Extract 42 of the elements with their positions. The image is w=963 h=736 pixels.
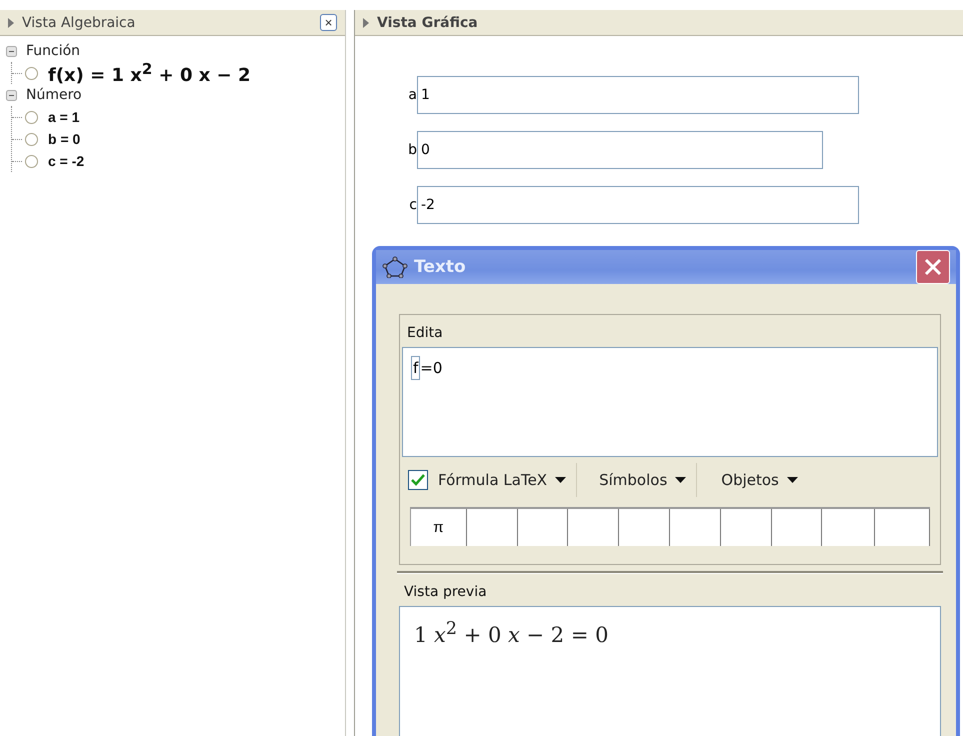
panel-title: Vista Algebraica bbox=[22, 14, 136, 30]
collapse-icon[interactable] bbox=[6, 90, 17, 100]
text-editor[interactable]: f=0 bbox=[402, 347, 938, 457]
object-token[interactable]: f bbox=[411, 356, 420, 380]
expand-arrow-icon[interactable] bbox=[363, 18, 369, 28]
visibility-toggle[interactable] bbox=[25, 66, 38, 80]
visibility-toggle[interactable] bbox=[25, 132, 38, 146]
input-field[interactable]: -2 bbox=[417, 186, 859, 224]
pentagon-icon bbox=[382, 256, 408, 278]
object-definition[interactable]: a = 1 bbox=[48, 109, 80, 125]
object-definition[interactable]: b = 0 bbox=[48, 131, 80, 147]
dialog-title: Texto bbox=[414, 257, 467, 277]
visibility-toggle[interactable] bbox=[25, 110, 38, 124]
object-definition[interactable]: c = -2 bbox=[48, 153, 84, 169]
input-field[interactable]: 1 bbox=[417, 76, 859, 114]
visibility-toggle[interactable] bbox=[25, 154, 38, 168]
dropdown-arrow-icon bbox=[786, 477, 798, 483]
collapse-icon[interactable] bbox=[6, 46, 17, 56]
dropdown-arrow-icon bbox=[555, 477, 566, 483]
input-label: b bbox=[407, 142, 417, 158]
dropdown-arrow-icon bbox=[675, 477, 686, 483]
section-label: Edita bbox=[406, 324, 444, 343]
panel-splitter[interactable] bbox=[345, 10, 355, 736]
menu-dropdown[interactable]: Símbolos bbox=[589, 471, 696, 489]
panel-title: Vista Gráfica bbox=[377, 14, 479, 30]
section-label: Vista previa bbox=[403, 583, 488, 602]
input-field[interactable]: 0 bbox=[417, 131, 823, 169]
menu-dropdown[interactable]: Objetos bbox=[711, 471, 808, 489]
checkbox[interactable] bbox=[408, 470, 428, 490]
category-label: Función bbox=[26, 43, 80, 59]
input-label: c bbox=[408, 197, 417, 213]
close-icon bbox=[924, 258, 942, 276]
object-definition[interactable]: f(x) = 1 x$^{2}$ + 0 x − 2 bbox=[48, 60, 251, 86]
close-button[interactable] bbox=[916, 250, 950, 284]
expand-arrow-icon[interactable] bbox=[8, 18, 14, 28]
input-label: a bbox=[407, 87, 417, 103]
latex-dropdown[interactable]: Fórmula LaTeX bbox=[428, 471, 576, 489]
category-label: Número bbox=[26, 87, 82, 103]
preview-formula: 1 x$^{2}$ + 0 x − 2 = 0 bbox=[414, 623, 608, 647]
editor-text: =0 bbox=[420, 358, 442, 377]
check-icon bbox=[411, 474, 425, 486]
close-button[interactable]: × bbox=[320, 14, 337, 31]
